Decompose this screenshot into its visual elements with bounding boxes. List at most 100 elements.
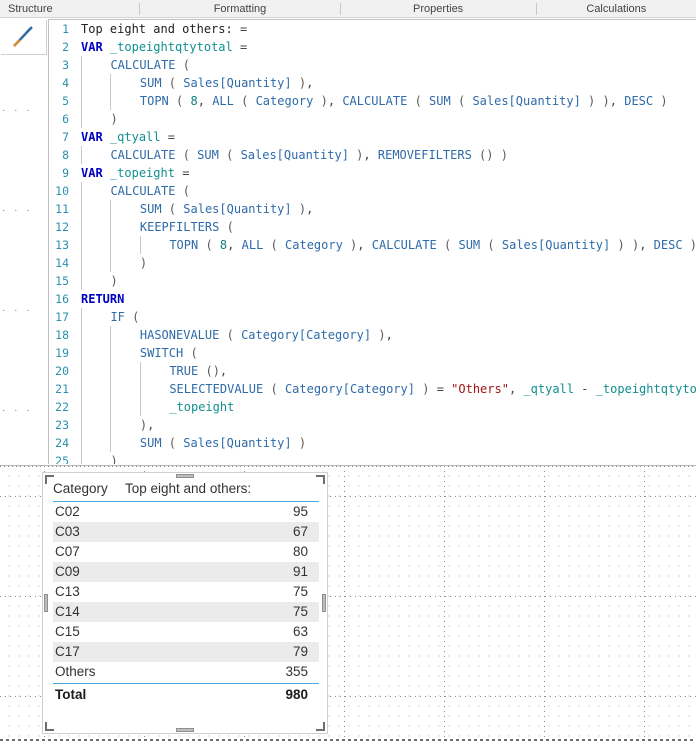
resize-handle-bottom-right[interactable] (316, 722, 325, 731)
table-cell-value: 63 (292, 624, 308, 639)
resize-handle-bottom[interactable] (176, 728, 194, 732)
table-cell-category: Others (55, 664, 96, 679)
indent-guide (139, 380, 141, 398)
code-line: 12 KEEPFILTERS ( (49, 218, 696, 236)
indent-guide (81, 452, 82, 464)
tab-formatting-label: Formatting (213, 2, 267, 15)
table-row[interactable]: C02 95 (53, 502, 319, 522)
table-row[interactable]: C15 63 (53, 622, 319, 642)
indent-guide (81, 146, 82, 164)
column-header-category[interactable]: Category (53, 481, 117, 496)
code-token: SUM (458, 238, 481, 252)
table-cell-value: 75 (292, 604, 308, 619)
resize-handle-left[interactable] (44, 594, 48, 612)
tab-formatting[interactable]: Formatting (140, 0, 339, 18)
code-token: Category (255, 94, 314, 108)
indent-guide (110, 434, 112, 452)
resize-handle-top-right[interactable] (316, 475, 325, 484)
tab-properties[interactable]: Properties (341, 0, 536, 18)
resize-handle-right[interactable] (322, 594, 326, 612)
indent-guide (110, 218, 112, 236)
code-token: SWITCH (139, 346, 184, 360)
table-cell-value: 75 (292, 584, 308, 599)
resize-handle-bottom-left[interactable] (45, 722, 54, 731)
code-line: 11 SUM ( Sales[Quantity] ), (49, 200, 696, 218)
line-number: 17 (55, 310, 69, 324)
indent-guide (81, 326, 82, 344)
code-token: _qtyall (109, 130, 161, 144)
table-row[interactable]: Others 355 (53, 662, 319, 682)
code-token: _topeightqtytotal (595, 382, 696, 396)
code-token: CALCULATE (371, 238, 437, 252)
table-row[interactable]: C17 79 (53, 642, 319, 662)
code-line-text: SUM ( Sales[Quantity] ), (75, 74, 696, 92)
code-line-text: KEEPFILTERS ( (75, 218, 696, 236)
tab-structure[interactable]: Structure (0, 0, 139, 18)
code-line-text: SUM ( Sales[Quantity] ), (75, 200, 696, 218)
line-number: 23 (55, 418, 69, 432)
code-token: CALCULATE (342, 94, 408, 108)
table-row[interactable]: C14 75 (53, 602, 319, 622)
line-number: 1 (62, 22, 69, 36)
table-visual[interactable]: Category Top eight and others: C02 95 C03 6… (42, 472, 328, 734)
code-token: , (385, 328, 393, 342)
table-row[interactable]: C03 67 (53, 522, 319, 542)
formula-edit-icon-button[interactable] (1, 20, 47, 55)
code-line: 18 HASONEVALUE ( Category[Category] ), (49, 326, 696, 344)
canvas-gridline-v (344, 466, 345, 741)
code-line: 1 Top eight and others: = (49, 20, 696, 38)
code-token: _topeight (109, 166, 175, 180)
line-number: 22 (55, 400, 69, 414)
table-cell-value: 91 (292, 564, 308, 579)
code-token: ALL (212, 94, 234, 108)
tab-calculations[interactable]: Calculations (537, 0, 696, 18)
table-cell-value: 80 (292, 544, 308, 559)
dax-code-area[interactable]: 1 Top eight and others: = 2 VAR _topeightqt… (48, 19, 696, 464)
indent-guide (81, 344, 82, 362)
code-token: ( (205, 364, 213, 378)
code-line-text: VAR _topeightqtytotal = (75, 38, 696, 56)
dax-formula-editor: · · · · · · · · · · · · 1 Top eight and o… (0, 19, 696, 464)
code-token: ) (110, 454, 118, 464)
table-row[interactable]: C09 91 (53, 562, 319, 582)
total-value: 980 (285, 687, 308, 702)
table-cell-category: C13 (55, 584, 80, 599)
table-row[interactable]: C07 80 (53, 542, 319, 562)
canvas-dot-marker: · · · (2, 405, 33, 416)
code-token: Top eight and others: (81, 22, 233, 36)
code-token: ) (110, 112, 118, 126)
resize-handle-top[interactable] (176, 474, 194, 478)
indent-guide (81, 92, 82, 110)
table-cell-category: C17 (55, 644, 80, 659)
code-line: 14) (49, 254, 696, 272)
code-token: = (239, 40, 248, 54)
table-row[interactable]: C13 75 (53, 582, 319, 602)
line-number: 24 (55, 436, 69, 450)
code-line-text: CALCULATE ( SUM ( Sales[Quantity] ), REM… (75, 146, 696, 164)
table-cell-value: 67 (292, 524, 308, 539)
code-token: VAR (81, 40, 103, 54)
indent-guide (81, 380, 82, 398)
indent-guide (81, 110, 82, 128)
indent-guide (81, 362, 82, 380)
column-header-measure[interactable]: Top eight and others: (117, 481, 319, 496)
code-token: TOPN (139, 94, 169, 108)
code-token: , (306, 76, 314, 90)
table-total-row: Total 980 (53, 683, 319, 704)
resize-handle-top-left[interactable] (45, 475, 54, 484)
code-line-text: SWITCH ( (75, 344, 696, 362)
total-label: Total (55, 687, 87, 702)
code-token: ) (690, 238, 696, 252)
code-line: 5 TOPN ( 8, ALL ( Category ), CALCULATE (… (49, 92, 696, 110)
